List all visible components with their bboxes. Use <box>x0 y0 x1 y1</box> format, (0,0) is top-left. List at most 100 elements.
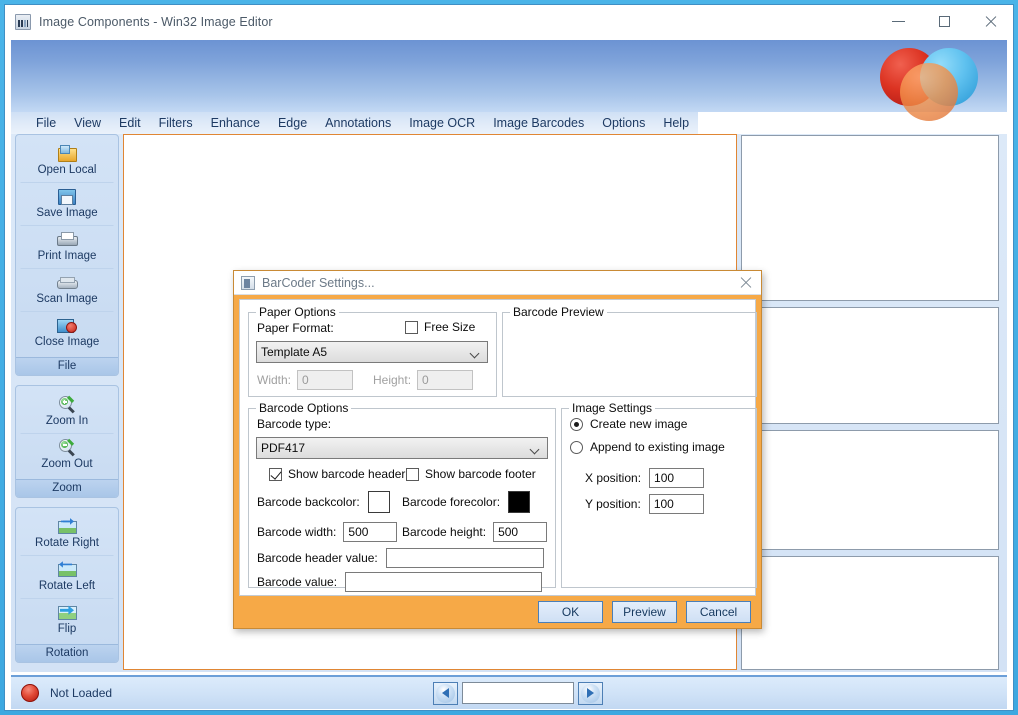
next-page-button[interactable] <box>578 681 603 705</box>
menu-item-help[interactable]: Help <box>654 114 698 132</box>
scanner-icon <box>57 273 78 291</box>
close-button[interactable] <box>967 5 1013 37</box>
barcode-header-value-label: Barcode header value: <box>257 551 378 565</box>
show-barcode-footer-label: Show barcode footer <box>425 467 536 481</box>
sidebar-group-title-file: File <box>16 357 118 375</box>
image-settings-legend: Image Settings <box>569 401 656 415</box>
barcode-backcolor-label: Barcode backcolor: <box>257 495 360 509</box>
header-banner <box>11 40 1007 121</box>
dialog-close-icon[interactable] <box>737 274 755 292</box>
paper-format-select[interactable]: Template A5 <box>256 341 488 363</box>
sidebar-item-label: Zoom Out <box>41 458 93 470</box>
sidebar-item-label: Close Image <box>34 336 100 348</box>
y-position-input[interactable] <box>648 494 704 514</box>
close-image-icon <box>57 316 77 334</box>
sidebar-item-open-local[interactable]: Open Local <box>20 139 114 182</box>
paper-height-input[interactable] <box>417 370 474 390</box>
body-area: Open Local Save Image Print Image Scan I… <box>11 134 1007 672</box>
menu-item-options[interactable]: Options <box>593 114 654 132</box>
maximize-button[interactable] <box>921 5 967 37</box>
menu-item-enhance[interactable]: Enhance <box>202 114 269 132</box>
barcode-height-input[interactable] <box>493 522 548 542</box>
cancel-button[interactable]: Cancel <box>686 601 751 623</box>
page-number-input[interactable] <box>462 682 574 704</box>
paper-options-group: Paper Options Paper Format: Free Size Te… <box>248 305 497 397</box>
sidebar-item-label: Open Local <box>37 164 97 176</box>
sidebar-item-label: Flip <box>57 623 77 635</box>
sidebar-group-file: Open Local Save Image Print Image Scan I… <box>15 134 119 376</box>
create-new-image-label: Create new image <box>590 417 688 431</box>
free-size-checkbox[interactable] <box>405 320 418 334</box>
menu-item-image-ocr[interactable]: Image OCR <box>400 114 484 132</box>
paper-height-label: Height: <box>373 373 412 387</box>
create-new-image-radio[interactable] <box>570 417 583 431</box>
sidebar-item-label: Rotate Left <box>38 580 96 592</box>
right-panel-3[interactable] <box>741 430 999 550</box>
rotate-right-icon <box>57 517 77 535</box>
show-barcode-footer-checkbox[interactable] <box>406 467 419 481</box>
sidebar-group-rotation: Rotate Right Rotate Left Flip Rotation <box>15 507 119 663</box>
show-barcode-header-checkbox[interactable] <box>269 467 282 481</box>
paper-width-label: Width: <box>257 373 292 387</box>
sidebar-item-rotate-left[interactable]: Rotate Left <box>20 555 114 598</box>
sidebar-item-print-image[interactable]: Print Image <box>20 225 114 268</box>
sidebar-item-zoom-in[interactable]: Zoom In <box>20 390 114 433</box>
preview-button[interactable]: Preview <box>612 601 677 623</box>
menu-item-view[interactable]: View <box>65 114 110 132</box>
right-panel-2[interactable] <box>741 307 999 424</box>
sidebar-item-label: Scan Image <box>36 293 98 305</box>
close-icon <box>984 15 997 28</box>
sidebar-item-label: Zoom In <box>45 415 89 427</box>
sidebar-item-rotate-right[interactable]: Rotate Right <box>20 512 114 555</box>
sidebar-item-zoom-out[interactable]: Zoom Out <box>20 433 114 476</box>
paper-width-input[interactable] <box>297 370 354 390</box>
barcode-type-select[interactable]: PDF417 <box>256 437 548 459</box>
app-icon <box>15 13 31 30</box>
barcode-forecolor-swatch[interactable] <box>508 491 531 513</box>
x-position-label: X position: <box>585 471 642 485</box>
menu-bar: File View Edit Filters Enhance Edge Anno… <box>11 112 698 134</box>
menu-item-filters[interactable]: Filters <box>150 114 202 132</box>
ok-button[interactable]: OK <box>538 601 603 623</box>
barcode-forecolor-label: Barcode forecolor: <box>402 495 501 509</box>
barcode-type-value: PDF417 <box>261 441 306 455</box>
save-disk-icon <box>57 187 77 205</box>
append-existing-image-radio[interactable] <box>570 440 583 454</box>
barcode-backcolor-swatch[interactable] <box>367 491 390 513</box>
right-panel-4[interactable] <box>741 556 999 670</box>
menu-item-file[interactable]: File <box>27 114 65 132</box>
page-navigation <box>433 681 603 705</box>
paper-options-legend: Paper Options <box>256 305 339 319</box>
right-panel-1[interactable] <box>741 135 999 301</box>
printer-icon <box>57 230 78 248</box>
barcode-preview-group: Barcode Preview <box>502 305 757 397</box>
sidebar-item-scan-image[interactable]: Scan Image <box>20 268 114 311</box>
window-inner: Image Components - Win32 Image Editor Fi… <box>4 4 1014 711</box>
x-position-input[interactable] <box>649 468 705 488</box>
barcode-header-value-input[interactable] <box>385 548 544 568</box>
barcode-value-input[interactable] <box>345 572 543 592</box>
menu-item-annotations[interactable]: Annotations <box>316 114 400 132</box>
minimize-button[interactable] <box>875 5 921 37</box>
barcode-width-input[interactable] <box>343 522 398 542</box>
sidebar-item-label: Print Image <box>37 250 97 262</box>
barcode-value-label: Barcode value: <box>257 575 338 589</box>
previous-page-button[interactable] <box>433 681 458 705</box>
sidebar-item-close-image[interactable]: Close Image <box>20 311 114 354</box>
status-text: Not Loaded <box>50 686 113 700</box>
menu-item-image-barcodes[interactable]: Image Barcodes <box>484 114 593 132</box>
application-window: Image Components - Win32 Image Editor Fi… <box>0 0 1018 715</box>
barcode-type-label: Barcode type: <box>257 417 332 431</box>
sidebar-item-save-image[interactable]: Save Image <box>20 182 114 225</box>
minimize-icon <box>891 20 905 22</box>
sidebar-item-flip[interactable]: Flip <box>20 598 114 641</box>
menu-item-edit[interactable]: Edit <box>110 114 150 132</box>
sidebar-group-title-rotation: Rotation <box>16 644 118 662</box>
barcode-width-label: Barcode width: <box>257 525 337 539</box>
append-existing-image-label: Append to existing image <box>590 440 725 454</box>
paper-format-value: Template A5 <box>261 345 328 359</box>
red-circle-status-icon <box>21 684 39 702</box>
dialog-content: Paper Options Paper Format: Free Size Te… <box>239 299 757 596</box>
menu-item-edge[interactable]: Edge <box>269 114 316 132</box>
title-bar: Image Components - Win32 Image Editor <box>5 5 1013 38</box>
